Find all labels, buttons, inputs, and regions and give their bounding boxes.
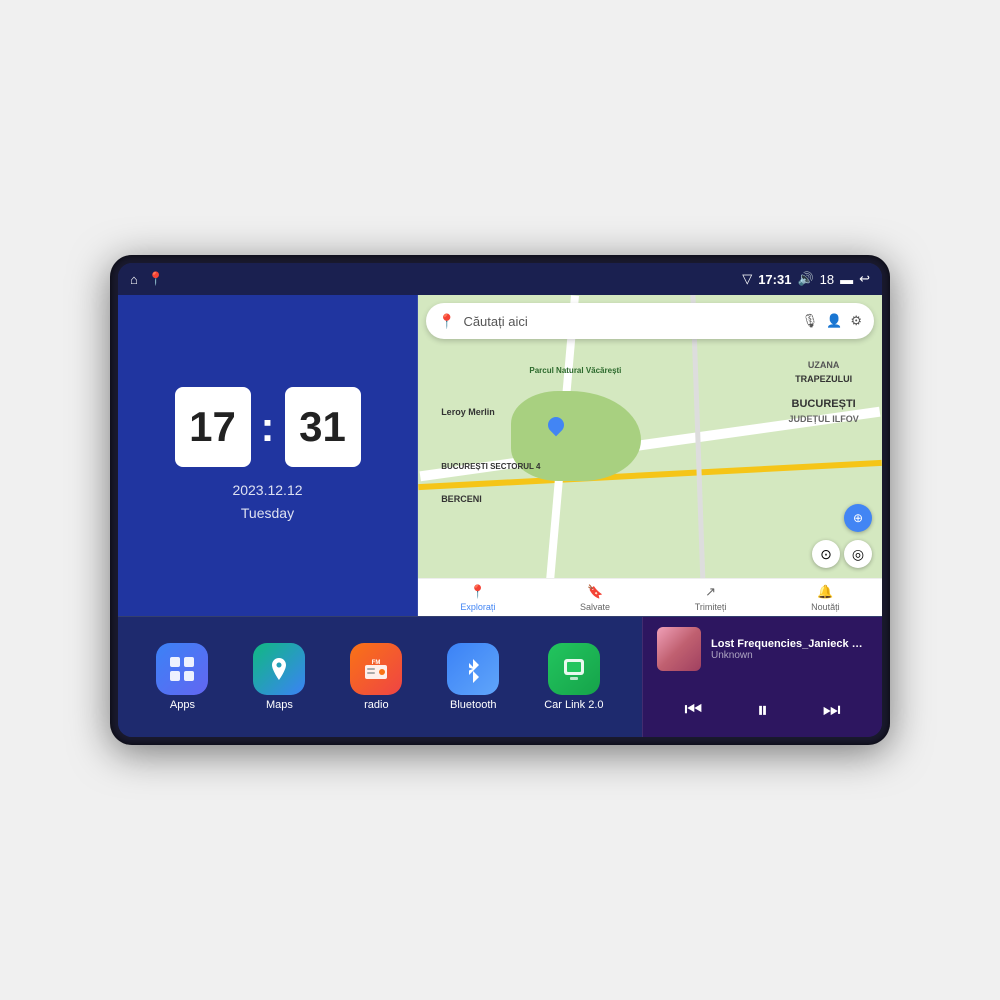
maps-label: Maps [266, 699, 293, 711]
main-content: 17 : 31 2023.12.12 Tuesday [118, 295, 882, 737]
app-item-carlink[interactable]: Car Link 2.0 [544, 643, 603, 711]
google-maps-icon: 📍 [438, 313, 455, 330]
back-icon[interactable]: ↩ [859, 271, 870, 287]
music-thumb-image [657, 627, 701, 671]
clock-hours: 17 [189, 403, 236, 451]
apps-dock: Apps Maps [118, 617, 642, 737]
music-title: Lost Frequencies_Janieck Devy-... [711, 638, 868, 650]
map-nav-news[interactable]: 🔔 Noutăți [811, 584, 840, 612]
map-mic-icon[interactable]: 🎙 [802, 313, 819, 329]
map-account-icon[interactable]: 👤 [826, 313, 842, 329]
map-navigate-btn[interactable]: ⊕ [844, 504, 872, 532]
clock-hours-block: 17 [175, 387, 251, 467]
app-item-radio[interactable]: FM radio [350, 643, 402, 711]
bluetooth-label: Bluetooth [450, 699, 496, 711]
carlink-svg-icon [560, 655, 588, 683]
map-bottom-bar: 📍 Explorați 🔖 Salvate ↗ Trimiteți 🔔 [418, 578, 882, 616]
map-label-park: Parcul Natural Văcărești [529, 366, 621, 375]
svg-text:FM: FM [372, 660, 381, 666]
map-label-bucuresti: BUCUREȘTI [788, 396, 858, 413]
map-background: Parcul Natural Văcărești Leroy Merlin BU… [418, 295, 882, 616]
maps-icon [253, 643, 305, 695]
map-nav-saved-icon: 🔖 [587, 584, 603, 600]
clock-minutes-block: 31 [285, 387, 361, 467]
music-artist: Unknown [711, 650, 868, 661]
map-label-berceni: BERCENI [441, 494, 482, 504]
map-nav-explore-icon: 📍 [470, 584, 486, 600]
map-nav-news-label: Noutăți [811, 602, 840, 612]
map-nav-explore-label: Explorați [460, 602, 495, 612]
signal-icon: ▽ [742, 271, 752, 287]
map-search-bar[interactable]: 📍 Căutați aici 🎙 👤 ⚙ [426, 303, 874, 339]
music-thumbnail [657, 627, 701, 671]
map-compass[interactable]: ◎ [844, 540, 872, 568]
map-search-right: 🎙 👤 ⚙ [802, 313, 862, 329]
apps-label: Apps [170, 699, 195, 711]
map-nav-share-label: Trimiteți [695, 602, 727, 612]
home-icon[interactable]: ⌂ [130, 272, 138, 287]
battery-percent: 18 [820, 272, 834, 287]
music-controls: ⏮ ⏸ ⏭ [657, 693, 868, 727]
battery-icon: ▬ [840, 272, 853, 287]
bluetooth-icon [447, 643, 499, 695]
status-left-icons: ⌂ 📍 [130, 271, 164, 287]
top-row: 17 : 31 2023.12.12 Tuesday [118, 295, 882, 617]
status-right-icons: ▽ 17:31 🔊 18 ▬ ↩ [742, 271, 870, 287]
map-nav-share-icon: ↗ [705, 584, 716, 600]
clock-date: 2023.12.12 Tuesday [232, 479, 302, 524]
music-player: Lost Frequencies_Janieck Devy-... Unknow… [642, 617, 882, 737]
map-label-sector: BUCUREȘTI SECTORUL 4 [441, 462, 540, 471]
map-nav-news-icon: 🔔 [817, 584, 833, 600]
radio-icon: FM [350, 643, 402, 695]
carlink-icon [548, 643, 600, 695]
apps-svg-icon [168, 655, 196, 683]
car-head-unit: ⌂ 📍 ▽ 17:31 🔊 18 ▬ ↩ 17 [110, 255, 890, 745]
bottom-row: Apps Maps [118, 617, 882, 737]
map-more-icon[interactable]: ⚙ [850, 313, 862, 329]
app-item-bluetooth[interactable]: Bluetooth [447, 643, 499, 711]
map-label-uzana: UZANA [788, 359, 858, 373]
clock-colon: : [261, 403, 275, 451]
map-road-v2 [691, 295, 707, 616]
map-nav-share[interactable]: ↗ Trimiteți [695, 584, 727, 612]
carlink-label: Car Link 2.0 [544, 699, 603, 711]
map-panel[interactable]: Parcul Natural Văcărești Leroy Merlin BU… [418, 295, 882, 616]
map-nav-explorати[interactable]: 📍 Explorați [460, 584, 495, 612]
maps-status-icon[interactable]: 📍 [148, 271, 164, 287]
bluetooth-svg-icon [459, 655, 487, 683]
clock-day: Tuesday [232, 502, 302, 524]
apps-icon [156, 643, 208, 695]
clock-digits: 17 : 31 [175, 387, 361, 467]
map-layer-btn[interactable]: ⊙ [812, 540, 840, 568]
music-play-button[interactable]: ⏸ [749, 693, 776, 727]
map-nav-saved-label: Salvate [580, 602, 610, 612]
device-screen: ⌂ 📍 ▽ 17:31 🔊 18 ▬ ↩ 17 [118, 263, 882, 737]
status-bar: ⌂ 📍 ▽ 17:31 🔊 18 ▬ ↩ [118, 263, 882, 295]
music-info-row: Lost Frequencies_Janieck Devy-... Unknow… [657, 627, 868, 671]
volume-icon[interactable]: 🔊 [797, 271, 813, 287]
map-nav-saved[interactable]: 🔖 Salvate [580, 584, 610, 612]
clock-panel: 17 : 31 2023.12.12 Tuesday [118, 295, 418, 616]
music-details: Lost Frequencies_Janieck Devy-... Unknow… [711, 638, 868, 661]
app-item-apps[interactable]: Apps [156, 643, 208, 711]
map-label-leroy: Leroy Merlin [441, 407, 495, 417]
clock-minutes: 31 [299, 403, 346, 451]
radio-label: radio [364, 699, 388, 711]
maps-svg-icon [265, 655, 293, 683]
map-label-judet: JUDEȚUL ILFOV [788, 413, 858, 427]
map-location-labels: UZANA TRAPEZULUI BUCUREȘTI JUDEȚUL ILFOV [788, 359, 858, 426]
map-label-trapezului: TRAPEZULUI [788, 373, 858, 387]
music-prev-button[interactable]: ⏮ [676, 695, 710, 726]
clock-date-value: 2023.12.12 [232, 479, 302, 501]
music-next-button[interactable]: ⏭ [815, 695, 849, 726]
status-time: 17:31 [758, 272, 791, 287]
radio-svg-icon: FM [362, 655, 390, 683]
map-search-placeholder[interactable]: Căutați aici [463, 314, 793, 329]
app-item-maps[interactable]: Maps [253, 643, 305, 711]
